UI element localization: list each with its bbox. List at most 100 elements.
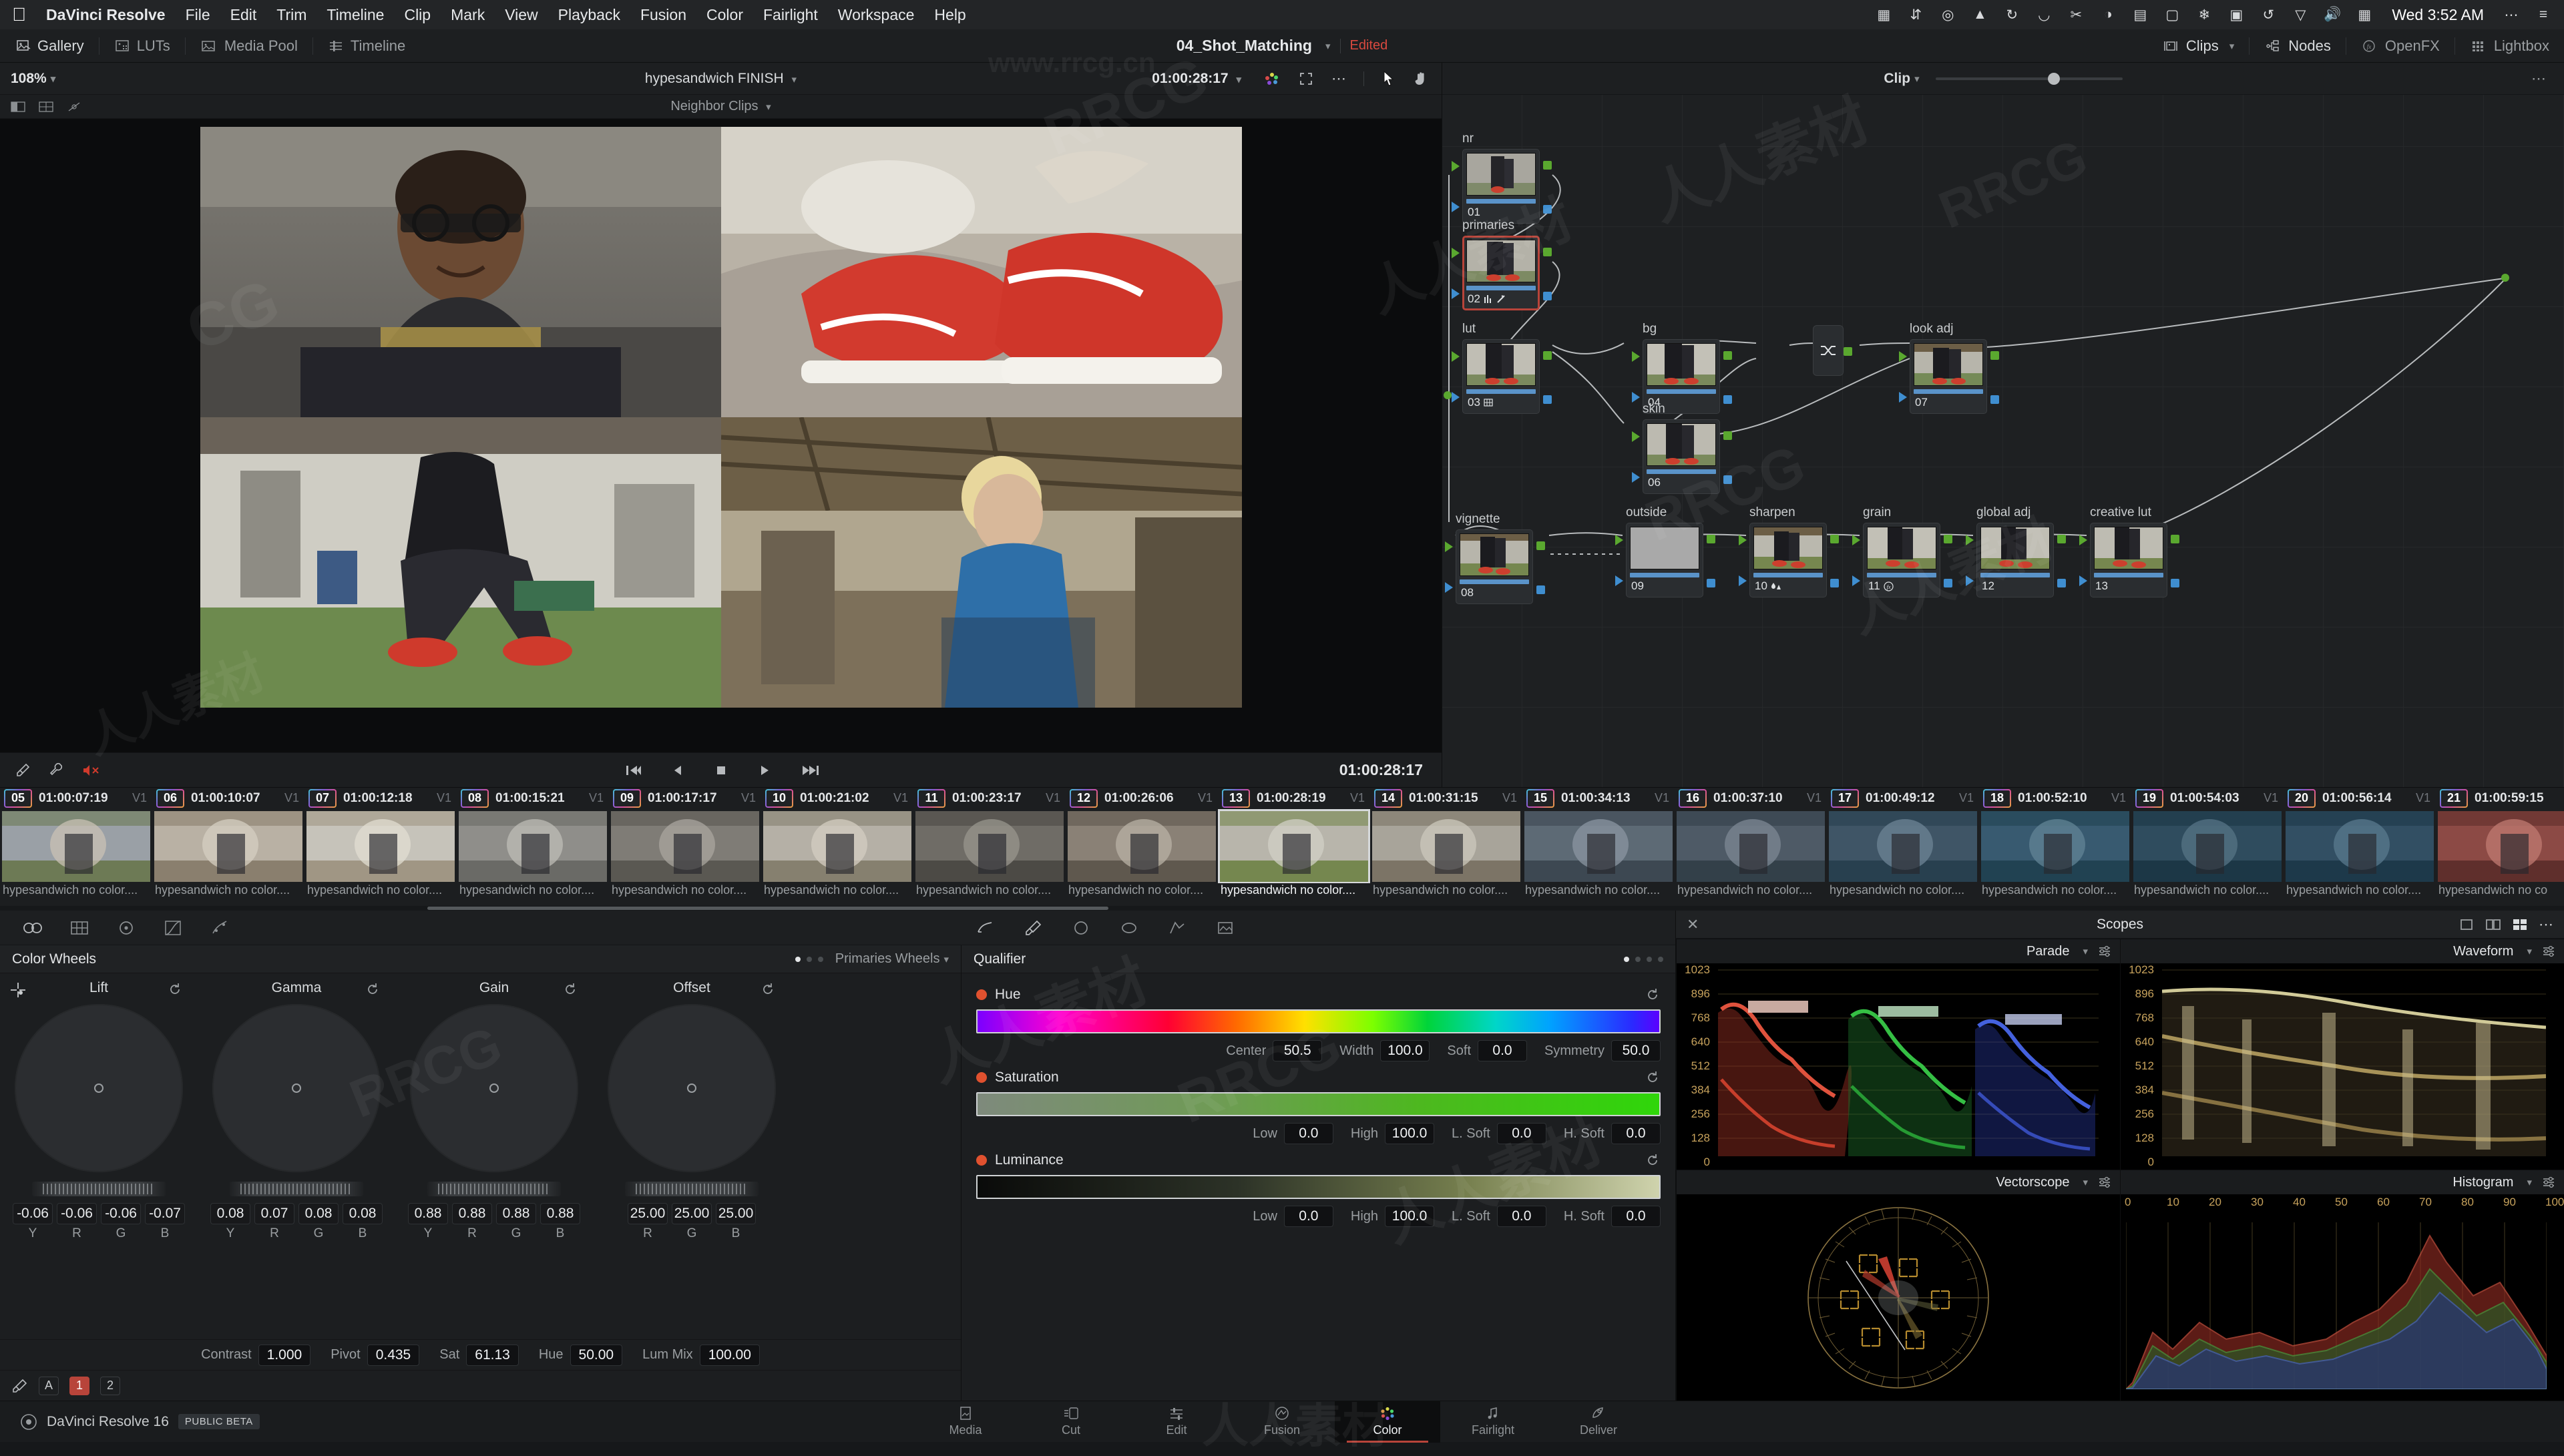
node-mixer[interactable] xyxy=(1813,325,1852,376)
node-key-1[interactable]: 1 xyxy=(69,1376,89,1395)
grid-icon[interactable]: ▦ xyxy=(1875,6,1892,23)
picker-icon[interactable] xyxy=(11,1378,28,1394)
node-input-key-port[interactable] xyxy=(1632,392,1640,403)
qualifier-field-value[interactable]: 50.5 xyxy=(1273,1040,1323,1061)
wheel-value-number[interactable]: 0.08 xyxy=(343,1203,383,1224)
timeline-clip-header[interactable]: 09 01:00:17:17 V1 xyxy=(609,788,761,808)
picker-crosshair-icon[interactable] xyxy=(9,981,27,999)
scope-waveform[interactable]: Waveform ▾ 1023 896 768 640 512 384 256 128 0 xyxy=(2120,939,2564,1170)
fullscreen-icon[interactable] xyxy=(1298,71,1314,87)
qualifier-field-value[interactable]: 100.0 xyxy=(1385,1123,1435,1144)
scope-vectorscope[interactable]: Vectorscope ▾ xyxy=(1676,1170,2120,1401)
menu-fusion[interactable]: Fusion xyxy=(640,6,686,24)
chevron-down-icon[interactable]: ▾ xyxy=(2229,40,2235,52)
qualifier-field[interactable]: L. Soft 0.0 xyxy=(1452,1206,1546,1227)
wheel-disc[interactable] xyxy=(15,1004,183,1172)
wheel-center-handle[interactable] xyxy=(292,1083,301,1093)
node-body[interactable]: 10 xyxy=(1739,523,1839,597)
zoom-control[interactable]: 108% ▾ xyxy=(0,71,55,87)
shield-icon[interactable]: ▽ xyxy=(2292,6,2309,23)
param-value[interactable]: 0.435 xyxy=(367,1344,420,1366)
ellipsis-icon[interactable]: ⋯ xyxy=(2503,6,2520,23)
timeline-clips-strip[interactable]: 05 01:00:07:19 V1 06 01:00:10:07 V1 07 01:00:12… xyxy=(0,787,2564,911)
scope-type-label[interactable]: Parade xyxy=(2026,944,2070,959)
timeline-button[interactable]: Timeline xyxy=(313,29,420,62)
ellipsis-icon[interactable]: ⋯ xyxy=(2531,70,2548,87)
wheel-master-slider[interactable] xyxy=(32,1182,166,1196)
page-tab-cut[interactable]: Cut xyxy=(1018,1401,1124,1443)
node-11-grain[interactable]: grain 11 fx xyxy=(1852,505,1952,597)
timeline-clip-header[interactable]: 11 01:00:23:17 V1 xyxy=(913,788,1066,808)
skip-start-icon[interactable] xyxy=(622,762,642,778)
node-body[interactable]: 03 xyxy=(1452,339,1552,414)
primaries-wheels-selector[interactable]: Primaries Wheels ▾ xyxy=(835,951,949,967)
node-input-rgb-port[interactable] xyxy=(1632,431,1640,442)
timeline-clip-thumbnail[interactable] xyxy=(1066,809,1218,883)
wheel-value[interactable]: -0.06 Y xyxy=(13,1203,53,1241)
tracker-icon[interactable] xyxy=(1167,919,1187,937)
node-scope-label[interactable]: Clip xyxy=(1884,71,1910,87)
node-output-rgb-port[interactable] xyxy=(1707,535,1715,543)
wheel-value[interactable]: 0.08 G xyxy=(298,1203,339,1241)
timeline-clip-header[interactable]: 19 01:00:54:03 V1 xyxy=(2131,788,2284,808)
node-input-key-port[interactable] xyxy=(2079,575,2087,586)
reset-icon[interactable] xyxy=(167,981,183,997)
wheel-value-number[interactable]: 0.88 xyxy=(540,1203,580,1224)
node-input-rgb-port[interactable] xyxy=(1739,535,1747,545)
color-wheel-lift[interactable]: Lift -0.06 Y -0.06 R -0.06 G -0.07 B xyxy=(0,980,198,1241)
color-warper-icon[interactable] xyxy=(210,919,230,937)
color-bars-icon[interactable] xyxy=(69,919,89,937)
volume-icon[interactable]: 🔊 xyxy=(2324,6,2341,23)
openfx-button[interactable]: fx OpenFX xyxy=(2346,29,2454,62)
node-input-key-port[interactable] xyxy=(1966,575,1974,586)
page-tab-deliver[interactable]: Deliver xyxy=(1546,1401,1651,1443)
reset-icon[interactable] xyxy=(1645,1152,1661,1168)
clip-number-badge[interactable]: 07 xyxy=(308,788,337,808)
param-sat[interactable]: Sat 61.13 xyxy=(439,1344,519,1366)
node-output-rgb-port[interactable] xyxy=(1543,161,1552,170)
node-input-rgb-port[interactable] xyxy=(1452,351,1460,362)
wheel-value-number[interactable]: 0.08 xyxy=(298,1203,339,1224)
node-key-2[interactable]: 2 xyxy=(100,1376,120,1395)
chevron-down-icon[interactable]: ▾ xyxy=(1325,40,1331,52)
curves-icon[interactable] xyxy=(163,919,183,937)
node-input-rgb-port[interactable] xyxy=(1966,535,1974,545)
menu-mark[interactable]: Mark xyxy=(451,6,485,24)
settings-sliders-icon[interactable] xyxy=(2097,1175,2112,1190)
node-08-vignette[interactable]: vignette 08 xyxy=(1445,512,1545,604)
page-dots[interactable] xyxy=(1624,956,1663,962)
timeline-clip-header[interactable]: 06 01:00:10:07 V1 xyxy=(152,788,304,808)
project-name[interactable]: 04_Shot_Matching xyxy=(1177,37,1312,55)
node-input-key-port[interactable] xyxy=(1452,392,1460,403)
wheel-value[interactable]: 0.08 Y xyxy=(210,1203,250,1241)
timeline-clip-thumbnail[interactable] xyxy=(1370,809,1522,883)
menu-fairlight[interactable]: Fairlight xyxy=(763,6,818,24)
neighbor-clips-selector[interactable]: Neighbor Clips ▾ xyxy=(0,99,1442,114)
window-circle-icon[interactable] xyxy=(1071,919,1091,937)
qualifier-field-value[interactable]: 0.0 xyxy=(1611,1206,1661,1227)
wheel-value[interactable]: 0.88 Y xyxy=(408,1203,448,1241)
wheel-value-number[interactable]: -0.06 xyxy=(101,1203,141,1224)
timeline-clip-thumbnail[interactable] xyxy=(457,809,609,883)
wheel-value[interactable]: 0.88 B xyxy=(540,1203,580,1241)
qualifier-row-label[interactable]: Hue xyxy=(976,984,1661,1005)
viewer-canvas[interactable] xyxy=(0,119,1442,752)
timeline-clip-thumbnail[interactable] xyxy=(761,809,913,883)
skip-end-icon[interactable] xyxy=(800,762,820,778)
timeline-clip-header[interactable]: 05 01:00:07:19 V1 xyxy=(0,788,152,808)
wheel-value-number[interactable]: 0.88 xyxy=(496,1203,536,1224)
node-13-creative-lut[interactable]: creative lut 13 xyxy=(2079,505,2179,597)
chevron-down-icon[interactable]: ▾ xyxy=(943,954,949,965)
node-input-key-port[interactable] xyxy=(1852,575,1860,586)
page-tab-color[interactable]: Color xyxy=(1335,1401,1440,1443)
wheel-value[interactable]: 25.00 G xyxy=(672,1203,712,1241)
node-size-slider[interactable] xyxy=(1935,72,2123,85)
node-04-bg[interactable]: bg 04 xyxy=(1632,322,1732,414)
node-input-key-port[interactable] xyxy=(1899,392,1907,403)
clip-number-badge[interactable]: 19 xyxy=(2135,788,2163,808)
node-body[interactable]: 09 xyxy=(1615,523,1715,597)
timeline-clip-thumbnail[interactable] xyxy=(1675,809,1827,883)
node-input-rgb-port[interactable] xyxy=(1445,541,1453,552)
page-dot[interactable] xyxy=(1647,956,1652,962)
node-input-rgb-port[interactable] xyxy=(1852,535,1860,545)
